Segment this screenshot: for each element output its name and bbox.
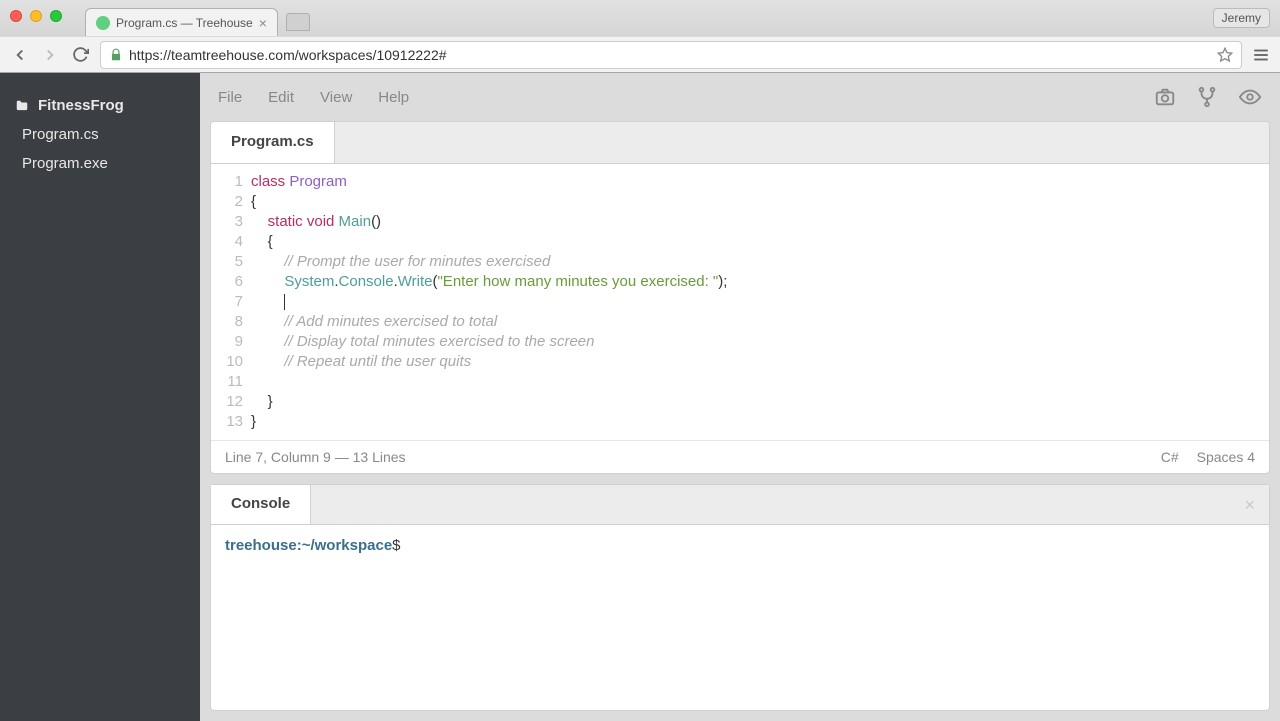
cursor-position: Line 7, Column 9 — 13 Lines [225, 449, 406, 465]
reload-button[interactable] [70, 45, 90, 65]
workspace-app: FitnessFrog Program.cs Program.exe File … [0, 73, 1280, 721]
folder-icon [14, 99, 30, 113]
language-mode[interactable]: C# [1161, 449, 1179, 465]
code-editor[interactable]: 12345678910111213 class Program { static… [211, 164, 1269, 440]
project-name: FitnessFrog [38, 97, 124, 114]
browser-menu-icon[interactable] [1252, 46, 1270, 64]
camera-icon[interactable] [1154, 86, 1176, 108]
file-label: Program.cs [22, 126, 99, 143]
preview-eye-icon[interactable] [1238, 86, 1262, 108]
tab-title: Program.cs — Treehouse [116, 16, 253, 30]
console-tab-bar: Console × [211, 485, 1269, 525]
address-bar-row: https://teamtreehouse.com/workspaces/109… [0, 36, 1280, 72]
file-item-program-cs[interactable]: Program.cs [0, 120, 200, 149]
prompt-path: ~/workspace [302, 537, 392, 554]
console-tab[interactable]: Console [211, 485, 311, 524]
line-gutter: 12345678910111213 [211, 172, 251, 432]
prompt-symbol: $ [392, 537, 400, 554]
lock-icon [109, 48, 123, 62]
back-button[interactable] [10, 45, 30, 65]
editor-statusbar: Line 7, Column 9 — 13 Lines C# Spaces 4 [211, 440, 1269, 473]
file-item-program-exe[interactable]: Program.exe [0, 149, 200, 178]
close-window-icon[interactable] [10, 10, 22, 22]
favicon-icon [96, 16, 110, 30]
url-text: https://teamtreehouse.com/workspaces/109… [129, 47, 1211, 63]
fork-icon[interactable] [1196, 86, 1218, 108]
menu-file[interactable]: File [218, 89, 242, 106]
text-cursor [284, 294, 285, 310]
workspace-main: File Edit View Help Program.cs [200, 73, 1280, 721]
minimize-window-icon[interactable] [30, 10, 42, 22]
user-chip[interactable]: Jeremy [1213, 8, 1270, 28]
forward-button[interactable] [40, 45, 60, 65]
editor-tab-program[interactable]: Program.cs [211, 122, 335, 163]
prompt-host: treehouse: [225, 537, 302, 554]
menu-help[interactable]: Help [378, 89, 409, 106]
tab-close-icon[interactable]: × [259, 15, 267, 31]
maximize-window-icon[interactable] [50, 10, 62, 22]
new-tab-button[interactable] [286, 13, 310, 31]
menu-edit[interactable]: Edit [268, 89, 294, 106]
menu-bar: File Edit View Help [210, 83, 1270, 111]
file-label: Program.exe [22, 155, 108, 172]
menu-view[interactable]: View [320, 89, 352, 106]
console-terminal[interactable]: treehouse:~/workspace$ [211, 525, 1269, 710]
url-bar[interactable]: https://teamtreehouse.com/workspaces/109… [100, 41, 1242, 69]
editor-panel: Program.cs 12345678910111213 class Progr… [210, 121, 1270, 474]
code-content: class Program { static void Main() { // … [251, 172, 1269, 432]
indent-setting[interactable]: Spaces 4 [1197, 449, 1255, 465]
browser-tab[interactable]: Program.cs — Treehouse × [85, 8, 278, 36]
bookmark-star-icon[interactable] [1217, 47, 1233, 63]
console-close-icon[interactable]: × [1244, 495, 1255, 516]
file-tree-sidebar: FitnessFrog Program.cs Program.exe [0, 73, 200, 721]
project-folder[interactable]: FitnessFrog [0, 91, 200, 120]
window-controls [10, 10, 62, 22]
editor-tab-bar: Program.cs [211, 122, 1269, 164]
console-panel: Console × treehouse:~/workspace$ [210, 484, 1270, 711]
tab-bar: Program.cs — Treehouse × Jeremy [0, 0, 1280, 36]
browser-chrome: Program.cs — Treehouse × Jeremy https://… [0, 0, 1280, 73]
